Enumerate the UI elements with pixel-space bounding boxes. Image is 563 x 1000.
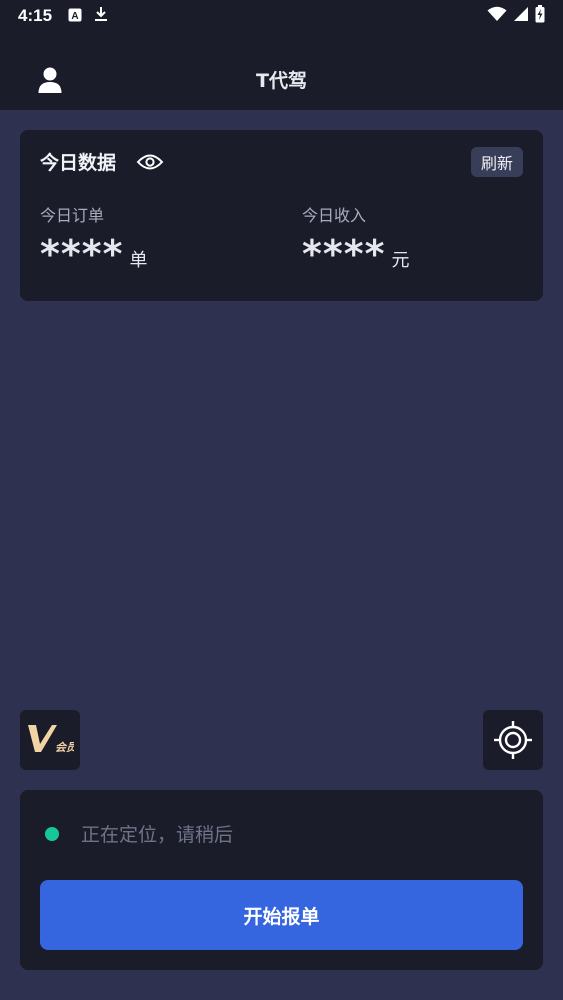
income-label: 今日收入	[302, 206, 367, 225]
income-unit: 元	[391, 250, 410, 271]
orders-stat: 今日订单 **** 单	[40, 202, 148, 276]
orders-unit: 单	[129, 250, 148, 271]
vip-member-button[interactable]: 会员	[20, 710, 80, 770]
refresh-button[interactable]: 刷新	[470, 147, 523, 177]
signal-icon	[513, 6, 529, 26]
status-time: 4:15	[18, 6, 53, 25]
page-title: T代驾	[256, 69, 307, 92]
vip-logo-icon: 会员	[28, 725, 74, 754]
crosshair-icon	[494, 721, 532, 759]
battery-charging-icon	[535, 5, 545, 27]
svg-text:A: A	[71, 11, 78, 22]
start-order-button[interactable]: 开始报单	[40, 880, 523, 950]
font-icon: A	[68, 7, 82, 26]
eye-icon[interactable]	[136, 152, 164, 172]
location-status-text: 正在定位，请稍后	[81, 824, 234, 846]
app-header: T代驾	[0, 50, 563, 110]
top-bar: 4:15 A T代驾	[0, 0, 563, 110]
today-data-card: 今日数据 刷新 今日订单 **** 单 今日收入 **** 元	[20, 130, 543, 301]
location-status: 正在定位，请稍后	[45, 820, 233, 847]
orders-label: 今日订单	[40, 206, 105, 225]
vip-text: 会员	[55, 741, 74, 754]
income-value: ****	[302, 232, 386, 276]
order-panel: 正在定位，请稍后 开始报单	[20, 790, 543, 970]
income-stat: 今日收入 **** 元	[302, 202, 410, 276]
orders-value: ****	[40, 232, 124, 276]
wifi-icon	[487, 6, 507, 26]
download-icon	[94, 6, 108, 26]
location-status-dot	[45, 826, 59, 841]
locate-button[interactable]	[483, 710, 543, 770]
status-bar: 4:15 A	[0, 0, 563, 32]
user-icon[interactable]	[34, 64, 66, 96]
card-title: 今日数据	[40, 152, 117, 174]
